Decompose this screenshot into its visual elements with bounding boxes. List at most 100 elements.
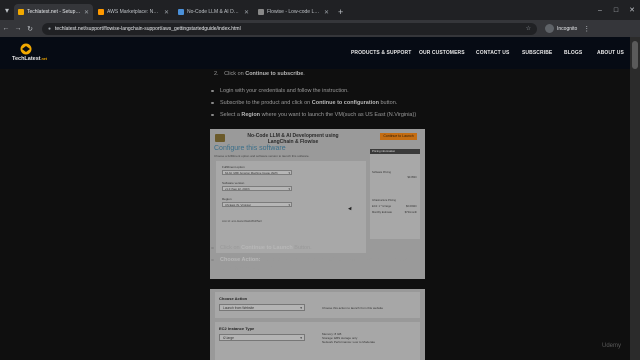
main-nav: PRODUCTS & SUPPORT OUR CUSTOMERS CONTACT… [0,50,630,58]
bullet-icon [211,113,214,116]
continue-to-launch-button: Continue to Launch [380,133,417,140]
launch-screenshot: Choose Action Launch from Website Choose… [210,289,425,360]
browser-tab-1[interactable]: Techlatest.net - Setup and insta ✕ [14,4,93,20]
step-text: Click on [220,245,242,251]
bullet-icon [211,258,214,261]
window-controls: ‒ □ ✕ [592,0,640,20]
list-item: Login with your credentials and follow t… [211,88,349,94]
fulfillment-select: 64-bit (x86) Amazon Machine Image (AMI) [222,170,292,175]
tab-search-icon[interactable]: ▾ [0,0,14,20]
step-number: 2. [214,71,219,77]
bullet-icon [211,101,214,104]
pricing-panel: Pricing information Software Pricing $0.… [370,149,420,239]
pricing-row: Software Pricing [372,171,391,174]
ec2-instance-label: EC2 Instance Type [219,326,255,331]
ec2-instance-section: EC2 Instance Type t2.large Memory: 8 GB … [215,322,420,360]
software-version-select: v1.0 (Sep 22, 2023) [222,186,292,191]
product-title: No-Code LLM & AI Development using LangC… [247,133,339,145]
tab-favicon [178,9,184,15]
nav-contact-us[interactable]: CONTACT US [476,50,509,56]
pricing-row: Infrastructure Pricing [372,199,396,202]
close-icon[interactable]: ✕ [164,9,169,16]
tab-favicon [258,9,264,15]
close-icon[interactable]: ✕ [244,9,249,16]
software-version-label: Software version [222,181,245,185]
bullet-icon [211,246,214,249]
list-item: Select a Region where you want to launch… [211,112,417,118]
minimize-icon[interactable]: ‒ [592,0,608,20]
incognito-indicator[interactable]: Incognito [545,24,577,33]
step-text: Subscribe to the product and click on [220,100,312,106]
browser-tab-4[interactable]: Flowise - Low-code LLM apps ✕ [254,4,333,20]
ec2-instance-desc: Network Performance: Low to Moderate [322,340,376,344]
nav-blogs[interactable]: BLOGS [564,50,582,56]
pricing-value: $0.093/hr [406,205,417,208]
choose-action-label: Choose Action [219,296,248,301]
page-content: 2. Click on Continue to subscribe. Login… [0,69,630,360]
nav-about-us[interactable]: ABOUT US [597,50,624,56]
step-text: Click on [224,71,246,77]
step-bold-text: Choose Action: [220,257,261,263]
page-scrollbar[interactable] [630,37,640,360]
back-icon[interactable]: ← [0,25,12,32]
ami-id-note: Ami Id: ami-0e2e4f1a0c8b2f5a3 [222,219,262,223]
step-text: . [303,71,305,77]
bullet-icon [211,89,214,92]
step-text-continued: Launch from website) [220,266,273,272]
pricing-header: Pricing information [370,149,420,154]
window-close-icon[interactable]: ✕ [624,0,640,20]
pricing-row: Monthly Estimate [372,211,392,214]
step-text: Button. [292,245,312,251]
close-icon[interactable]: ✕ [84,9,89,16]
nav-subscribe[interactable]: SUBSCRIBE [522,50,552,56]
step-text: where you want to launch the VM(such as … [260,112,417,118]
choose-action-select: Launch from Website [219,304,305,312]
step-text: Select a [220,112,242,118]
incognito-icon [545,24,554,33]
choose-action-desc: Choose this action to launch from this w… [322,306,384,310]
browser-toolbar: ← → ↻ ● techlatest.net/support/flowise-l… [0,20,640,37]
address-bar[interactable]: ● techlatest.net/support/flowise-langcha… [42,22,537,35]
tab-label: Flowise - Low-code LLM apps [267,9,321,15]
scrollbar-thumb[interactable] [632,41,638,69]
forward-icon[interactable]: → [12,25,24,32]
pricing-value: $73/month [404,211,417,214]
browser-menu-icon[interactable]: ⋮ [583,25,590,33]
udemy-watermark: Udemy [602,343,622,349]
step-bold-text: Continue to configuration [311,100,379,106]
close-icon[interactable]: ✕ [324,9,329,16]
step-text: button. [378,100,398,106]
step-text: Login with your credentials and follow t… [220,88,349,94]
maximize-icon[interactable]: □ [608,0,624,20]
configure-subtitle: Choose a fulfillment option and software… [214,154,310,158]
step-bold-text: Continue to subscribe [245,71,304,77]
step-bold-text: Region [241,112,261,118]
browser-tab-bar: ▾ Techlatest.net - Setup and insta ✕ AWS… [0,0,640,20]
configure-form: Fulfillment option 64-bit (x86) Amazon M… [216,161,366,253]
step-text: You can launch it through EC2 or from We… [260,257,411,263]
tab-favicon [98,9,104,15]
fulfillment-label: Fulfillment option [222,165,245,169]
list-item: Click on Continue to Launch Button. [211,245,312,251]
list-item: Choose Action: You can launch it through… [211,257,411,263]
lock-icon[interactable]: ● [48,26,51,32]
step-2: 2. Click on Continue to subscribe. [214,71,305,77]
bookmark-star-icon[interactable]: ☆ [526,25,531,32]
browser-tab-3[interactable]: No-Code LLM & AI Developm ✕ [174,4,253,20]
tab-label: AWS Marketplace: No-Code LL [107,9,161,15]
browser-tab-2[interactable]: AWS Marketplace: No-Code LL ✕ [94,4,173,20]
configure-title: Configure this software [214,145,286,152]
region-select: US East (N. Virginia) [222,202,292,207]
choose-action-section: Choose Action Launch from Website Choose… [215,292,420,318]
list-item: Subscribe to the product and click on Co… [211,100,398,106]
reload-icon[interactable]: ↻ [24,25,36,33]
tab-label: No-Code LLM & AI Developm [187,9,241,15]
tab-label: Techlatest.net - Setup and insta [27,9,81,15]
new-tab-icon[interactable]: + [334,4,347,20]
pricing-value: $0.05/hr [407,176,417,179]
ec2-instance-select: t2.large [219,334,305,342]
nav-our-customers[interactable]: OUR CUSTOMERS [419,50,465,56]
product-logo-icon [215,134,225,142]
site-header: TechLatest.net PRODUCTS & SUPPORT OUR CU… [0,37,630,69]
nav-products-support[interactable]: PRODUCTS & SUPPORT [351,50,411,56]
